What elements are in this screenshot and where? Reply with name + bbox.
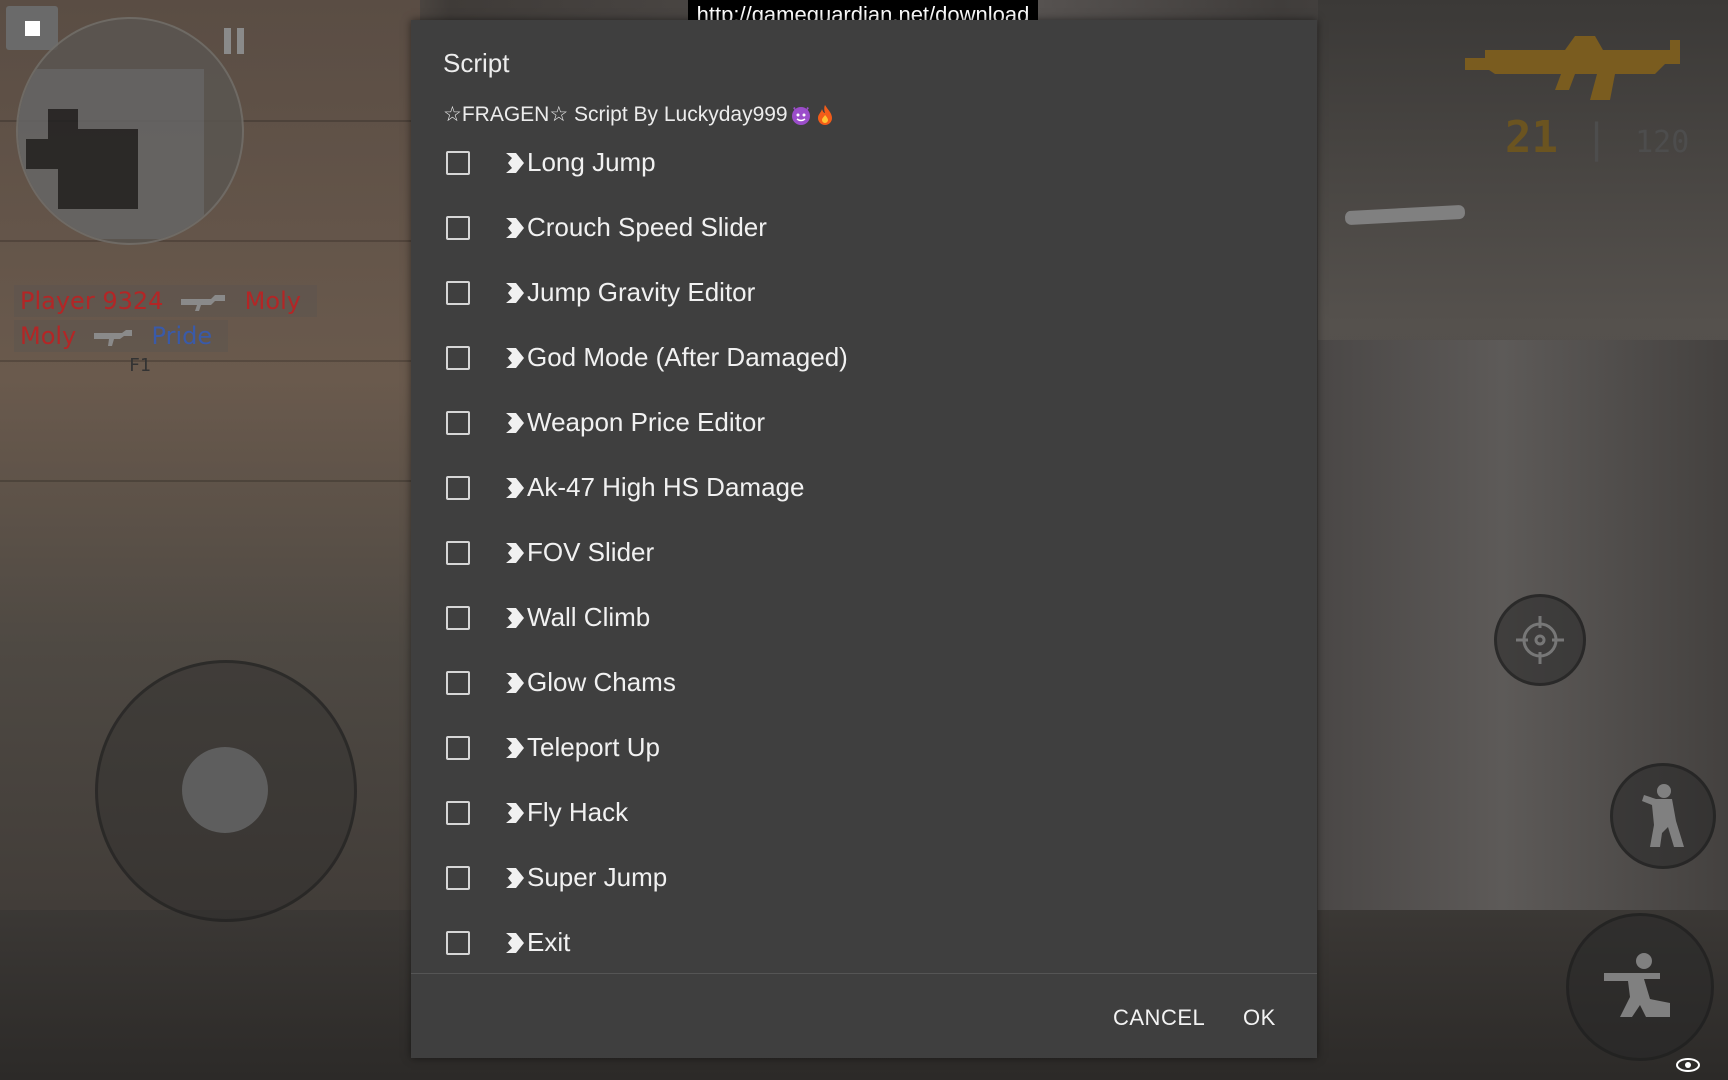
option-checkbox[interactable]	[446, 280, 470, 305]
killfeed-victim: Pride	[151, 322, 213, 350]
cancel-button[interactable]: CANCEL	[1113, 1005, 1205, 1031]
arrow-bullet-icon	[506, 347, 524, 368]
list-item[interactable]: Fly Hack	[411, 780, 1317, 845]
list-item[interactable]: Long Jump	[411, 130, 1317, 195]
arrow-bullet-icon	[506, 607, 524, 628]
option-label: Exit	[527, 927, 571, 957]
list-item[interactable]: Wall Climb	[411, 585, 1317, 650]
crosshair-icon	[1516, 616, 1564, 664]
option-label: Glow Chams	[527, 667, 676, 697]
option-checkbox[interactable]	[446, 150, 470, 175]
fire-emoji-icon	[817, 104, 832, 125]
ammo-counter: 21 | 120	[1505, 112, 1689, 163]
option-label: Super Jump	[527, 862, 668, 892]
option-label: Crouch Speed Slider	[527, 212, 767, 242]
arrow-bullet-icon	[506, 867, 524, 888]
killfeed-row: Player 9324 Moly	[14, 285, 317, 317]
option-label: Wall Climb	[527, 602, 651, 632]
arrow-bullet-icon	[506, 542, 524, 563]
arrow-bullet-icon	[506, 152, 524, 173]
option-label: Ak-47 High HS Damage	[527, 472, 805, 502]
script-dialog: Script ☆FRAGEN☆ Script By Luckyday999 Lo…	[411, 20, 1317, 1058]
ammo-magazine: 21	[1505, 112, 1558, 163]
devil-emoji-icon	[791, 106, 810, 125]
arrow-bullet-icon	[506, 672, 524, 693]
kneeling-soldier-icon	[1604, 953, 1670, 1017]
option-checkbox[interactable]	[446, 410, 470, 435]
aim-button[interactable]	[1494, 594, 1586, 686]
option-checkbox[interactable]	[446, 865, 470, 890]
arrow-bullet-icon	[506, 412, 524, 433]
option-label: Weapon Price Editor	[527, 407, 765, 437]
pause-icon[interactable]	[224, 28, 246, 54]
list-item[interactable]: FOV Slider	[411, 520, 1317, 585]
movement-joystick[interactable]	[95, 660, 357, 922]
dialog-divider	[411, 973, 1317, 974]
option-label: FOV Slider	[527, 537, 655, 567]
killfeed-row: Moly Pride	[14, 320, 229, 352]
arrow-bullet-icon	[506, 282, 524, 303]
joystick-knob[interactable]	[182, 747, 268, 833]
killfeed-killer: Moly	[20, 322, 77, 350]
list-item[interactable]: Crouch Speed Slider	[411, 195, 1317, 260]
killfeed-victim: Moly	[244, 287, 301, 315]
killfeed-killer: Player 9324	[20, 287, 164, 315]
option-checkbox[interactable]	[446, 735, 470, 760]
ammo-separator: |	[1584, 116, 1609, 162]
arrow-bullet-icon	[506, 737, 524, 758]
list-item[interactable]: God Mode (After Damaged)	[411, 325, 1317, 390]
option-checkbox[interactable]	[446, 345, 470, 370]
arrow-bullet-icon	[506, 217, 524, 238]
dialog-subtitle: ☆FRAGEN☆ Script By Luckyday999	[443, 102, 836, 127]
option-label: Long Jump	[527, 147, 656, 177]
dialog-title: Script	[443, 48, 510, 78]
eye-icon[interactable]	[1676, 1058, 1700, 1072]
arrow-bullet-icon	[506, 477, 524, 498]
list-item[interactable]: Super Jump	[411, 845, 1317, 910]
smg-icon	[93, 330, 132, 346]
rifle-icon	[181, 295, 226, 311]
option-label: Teleport Up	[527, 732, 660, 762]
option-label: Jump Gravity Editor	[527, 277, 756, 307]
ammo-reserve: 120	[1635, 125, 1690, 160]
list-item[interactable]: Ak-47 High HS Damage	[411, 455, 1317, 520]
prone-button[interactable]	[1566, 913, 1714, 1061]
option-checkbox[interactable]	[446, 930, 470, 955]
minimap	[16, 17, 244, 245]
arrow-bullet-icon	[506, 802, 524, 823]
rifle-weapon-icon	[1465, 36, 1680, 100]
option-checkbox[interactable]	[446, 670, 470, 695]
arrow-bullet-icon	[506, 932, 524, 953]
option-label: Fly Hack	[527, 797, 629, 827]
crouch-soldier-icon	[1642, 784, 1684, 847]
ok-button[interactable]: OK	[1243, 1005, 1276, 1031]
crouch-button[interactable]	[1610, 763, 1716, 869]
option-label: God Mode (After Damaged)	[527, 342, 848, 372]
stop-button[interactable]	[6, 6, 58, 50]
option-checkbox[interactable]	[446, 540, 470, 565]
option-checkbox[interactable]	[446, 215, 470, 240]
list-item[interactable]: Weapon Price Editor	[411, 390, 1317, 455]
list-item[interactable]: Glow Chams	[411, 650, 1317, 715]
script-options-list[interactable]: Long Jump Crouch Speed Slider Jump Gravi…	[411, 130, 1317, 973]
list-item[interactable]: Jump Gravity Editor	[411, 260, 1317, 325]
killfeed-tag: F1	[129, 355, 151, 376]
option-checkbox[interactable]	[446, 475, 470, 500]
list-item[interactable]: Exit	[411, 910, 1317, 973]
list-item[interactable]: Teleport Up	[411, 715, 1317, 780]
option-checkbox[interactable]	[446, 800, 470, 825]
option-checkbox[interactable]	[446, 605, 470, 630]
dialog-subtitle-text: ☆FRAGEN☆ Script By Luckyday999	[443, 103, 788, 126]
